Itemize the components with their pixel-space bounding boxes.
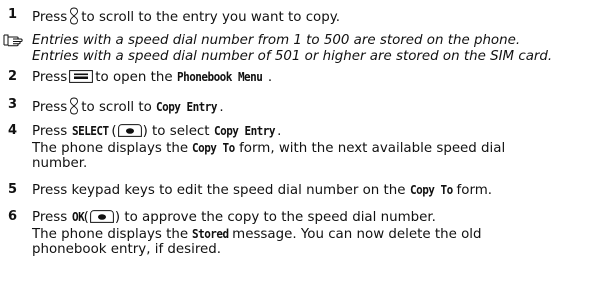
step-text: phonebook entry, if desired. [32, 242, 222, 257]
step-text-part: Press [32, 70, 68, 85]
step-text-part: Press [32, 210, 68, 225]
step-text: Press to scroll to Copy Entry. [32, 97, 224, 115]
note-hand-icon [3, 34, 23, 47]
note-text: Entries with a speed dial number of 501 … [32, 49, 553, 64]
instruction-document: 1 Press to scroll to the entry you want t… [0, 0, 610, 281]
step-text-part: ) to approve the copy to the speed dial … [114, 210, 436, 225]
step-text: The phone displays the Stored message. Y… [32, 226, 482, 242]
menu-key-icon [69, 70, 94, 83]
step-text-part: The phone displays the [32, 141, 189, 156]
step-text-part: Press [32, 10, 68, 25]
keyword-copy-entry: Copy Entry [213, 123, 275, 138]
keyword-phonebook-menu: Phonebook Menu [176, 69, 263, 84]
step-text: Press OK ( ) to approve the copy to the s… [32, 209, 436, 225]
step-text-part: message. You can now delete the old [232, 227, 482, 242]
step-text-part: . [277, 124, 282, 139]
scroll-key-icon [70, 7, 79, 25]
step-number: 4 [8, 123, 18, 138]
step-text: Press keypad keys to edit the speed dial… [32, 182, 492, 198]
soft-key-icon [89, 210, 114, 223]
step-text-part: to open the [95, 70, 173, 85]
step-text-part: Press keypad keys to edit the speed dial… [32, 183, 406, 198]
step-text-part: to scroll to [81, 100, 152, 115]
step-number: 5 [8, 182, 18, 197]
step-text-part: form. [456, 183, 493, 198]
keyword-copy-to: Copy To [192, 140, 236, 155]
step-text-part: form, with the next available speed dial [239, 141, 506, 156]
step-number: 6 [8, 209, 18, 224]
step-text: The phone displays the Copy To form, wit… [32, 140, 505, 156]
step-text-part: . [267, 70, 273, 85]
keyword-ok: OK [71, 209, 85, 224]
step-text: Press SELECT ( ) to select Copy Entry. [32, 123, 281, 139]
keyword-copy-entry: Copy Entry [156, 99, 218, 114]
step-text: number. [32, 156, 88, 171]
soft-key-icon [117, 124, 142, 137]
step-text-part: The phone displays the [32, 227, 189, 242]
keyword-select: SELECT [71, 123, 109, 138]
step-text-part: Press [32, 100, 68, 115]
step-text-part: ( [111, 124, 117, 139]
step-text: Press to open the Phonebook Menu. [32, 69, 272, 85]
step-number: 2 [8, 69, 18, 84]
scroll-key-icon [70, 97, 79, 115]
step-text-part: ) to select [142, 124, 210, 139]
step-text-part: . [219, 100, 224, 115]
keyword-copy-to: Copy To [409, 182, 453, 197]
step-text: Press to scroll to the entry you want to … [32, 7, 340, 25]
step-text-part: to scroll to the entry you want to copy. [81, 10, 341, 25]
step-text-part: ( [83, 210, 89, 225]
step-text-part: Press [32, 124, 68, 139]
keyword-stored: Stored [192, 226, 229, 241]
step-number: 1 [8, 7, 18, 22]
step-number: 3 [8, 97, 18, 112]
note-text: Entries with a speed dial number from 1 … [32, 33, 521, 48]
